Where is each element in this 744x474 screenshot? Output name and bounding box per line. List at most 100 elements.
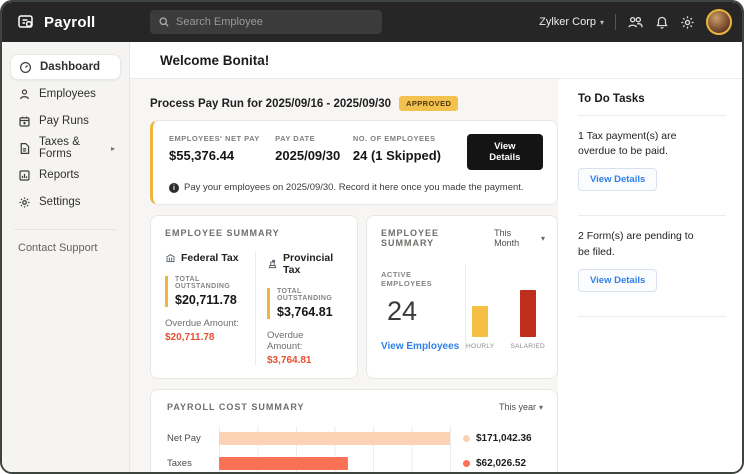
provincial-tax-column: Provincial Tax TOTAL OUTSTANDING $3,764.… [255, 252, 345, 366]
sidebar-item-label: Dashboard [40, 61, 100, 73]
payroll-cost-card: PAYROLL COST SUMMARY This year ▾ Net Pay… [150, 389, 558, 474]
net-pay-bar [219, 432, 450, 445]
divider [578, 115, 726, 116]
year-value: This year [499, 402, 536, 412]
task-view-details-button[interactable]: View Details [578, 168, 657, 191]
sidebar: Dashboard Employees Pay Runs [2, 42, 130, 472]
chevron-down-icon: ▾ [539, 403, 543, 412]
year-dropdown[interactable]: This year ▾ [499, 402, 543, 412]
settings-gear-icon[interactable] [680, 15, 695, 30]
sidebar-item-label: Taxes & Forms [39, 136, 95, 160]
app-logo: Payroll [16, 12, 95, 32]
active-employees-label: ACTIVE EMPLOYEES [381, 270, 465, 288]
divider [578, 215, 726, 216]
sidebar-item-taxes-forms[interactable]: Taxes & Forms ▸ [10, 135, 121, 161]
payrun-note: Pay your employees on 2025/09/30. Record… [184, 182, 524, 193]
sidebar-item-reports[interactable]: Reports [10, 162, 121, 188]
federal-tax-column: Federal Tax TOTAL OUTSTANDING $20,711.78… [165, 252, 255, 366]
sidebar-item-pay-runs[interactable]: Pay Runs [10, 108, 121, 134]
welcome-band: Welcome Bonita! [130, 42, 742, 79]
search-input[interactable] [176, 16, 374, 28]
hourly-bar [472, 306, 488, 337]
topbar-right: Zylker Corp ▾ [539, 9, 732, 35]
chevron-down-icon: ▾ [600, 18, 604, 27]
info-icon: i [169, 183, 179, 193]
sidebar-item-dashboard[interactable]: Dashboard [10, 54, 121, 80]
net-pay-label: EMPLOYEES' NET PAY [169, 134, 275, 143]
salaried-bar-group: SALARIED [510, 290, 545, 350]
sidebar-item-settings[interactable]: Settings [10, 189, 121, 215]
payrun-section-title: Process Pay Run for 2025/09/16 - 2025/09… [150, 98, 391, 110]
referral-users-icon[interactable] [627, 15, 644, 30]
chart-category-label: Taxes [167, 451, 219, 474]
app-title: Payroll [44, 14, 95, 31]
task-text: 2 Form(s) are pending to be filed. [578, 229, 708, 259]
total-outstanding-label: TOTAL OUTSTANDING [277, 288, 339, 302]
provincial-total-outstanding: $3,764.81 [277, 305, 339, 319]
pay-date-value: 2025/09/30 [275, 148, 353, 163]
taxes-value: $62,026.52 [476, 458, 526, 469]
search-icon [158, 16, 170, 28]
bank-icon [165, 253, 176, 264]
taxes-forms-document-icon [18, 142, 31, 155]
payroll-cost-title: PAYROLL COST SUMMARY [167, 402, 305, 412]
contact-support-link[interactable]: Contact Support [2, 242, 129, 254]
employee-count-value: 24 (1 Skipped) [353, 148, 467, 163]
todo-title: To Do Tasks [578, 93, 726, 105]
dashboard-icon [19, 61, 32, 74]
chevron-right-icon: ▸ [111, 144, 115, 153]
legend-dot [463, 435, 470, 442]
pay-runs-calendar-icon [18, 115, 31, 128]
payroll-cost-chart: Net Pay Taxes Benefits Deductions [167, 426, 543, 474]
net-pay-value: $171,042.36 [476, 433, 532, 444]
employee-search[interactable] [150, 10, 382, 34]
task-text: 1 Tax payment(s) are overdue to be paid. [578, 129, 708, 159]
employees-icon [18, 88, 31, 101]
salaried-bar-label: SALARIED [510, 343, 545, 350]
payroll-logo-icon [16, 12, 36, 32]
view-employees-link[interactable]: View Employees [381, 341, 465, 352]
pay-date-label: PAY DATE [275, 134, 353, 143]
welcome-message: Welcome Bonita! [160, 53, 269, 68]
taxes-bar [219, 457, 348, 470]
provincial-overdue-amount: $3,764.81 [267, 355, 339, 366]
sidebar-item-employees[interactable]: Employees [10, 81, 121, 107]
payrun-view-details-button[interactable]: View Details [467, 134, 543, 170]
overdue-amount-label: Overdue Amount: [165, 318, 249, 329]
net-pay-value: $55,376.44 [169, 148, 275, 163]
sidebar-divider [14, 229, 117, 230]
period-dropdown[interactable]: This Month ▾ [494, 228, 545, 248]
topbar-divider [615, 14, 616, 30]
app-window: Payroll Zylker Corp ▾ [0, 0, 744, 474]
employee-summary-card: EMPLOYEE SUMMARY This Month ▾ ACTIVE EMP… [366, 215, 558, 379]
todo-task-tax-payments: 1 Tax payment(s) are overdue to be paid.… [578, 129, 726, 205]
topbar: Payroll Zylker Corp ▾ [2, 2, 742, 42]
org-switcher[interactable]: Zylker Corp ▾ [539, 16, 604, 28]
reports-chart-icon [18, 169, 31, 182]
divider [578, 316, 726, 317]
notifications-bell-icon[interactable] [655, 15, 669, 30]
period-value: This Month [494, 228, 538, 248]
task-view-details-button[interactable]: View Details [578, 269, 657, 292]
tax-summary-card: EMPLOYEE SUMMARY Federal Tax [150, 215, 358, 379]
user-avatar[interactable] [706, 9, 732, 35]
total-outstanding-label: TOTAL OUTSTANDING [175, 276, 249, 290]
employee-summary-title: EMPLOYEE SUMMARY [381, 228, 494, 248]
chart-plot-area [219, 426, 451, 474]
provincial-tax-label: Provincial Tax [283, 252, 339, 276]
pay-date-field: PAY DATE 2025/09/30 [275, 134, 353, 163]
federal-total-outstanding: $20,711.78 [175, 293, 249, 307]
approved-status-badge: APPROVED [399, 96, 458, 111]
org-name: Zylker Corp [539, 16, 596, 28]
dashboard-main: Process Pay Run for 2025/09/16 - 2025/09… [130, 79, 558, 472]
federal-tax-label: Federal Tax [181, 252, 239, 264]
employee-count-label: NO. OF EMPLOYEES [353, 134, 467, 143]
chart-legend: $171,042.36 $62,026.52 $15,250.00 $9,860… [451, 426, 543, 474]
employee-type-chart: HOURLY SALARIED [465, 264, 545, 352]
sidebar-item-label: Pay Runs [39, 115, 89, 127]
provincial-total-block: TOTAL OUTSTANDING $3,764.81 [267, 288, 339, 319]
legend-dot [463, 460, 470, 467]
todo-panel: To Do Tasks 1 Tax payment(s) are overdue… [558, 79, 742, 472]
sidebar-item-label: Settings [39, 196, 81, 208]
government-building-icon [267, 259, 278, 270]
